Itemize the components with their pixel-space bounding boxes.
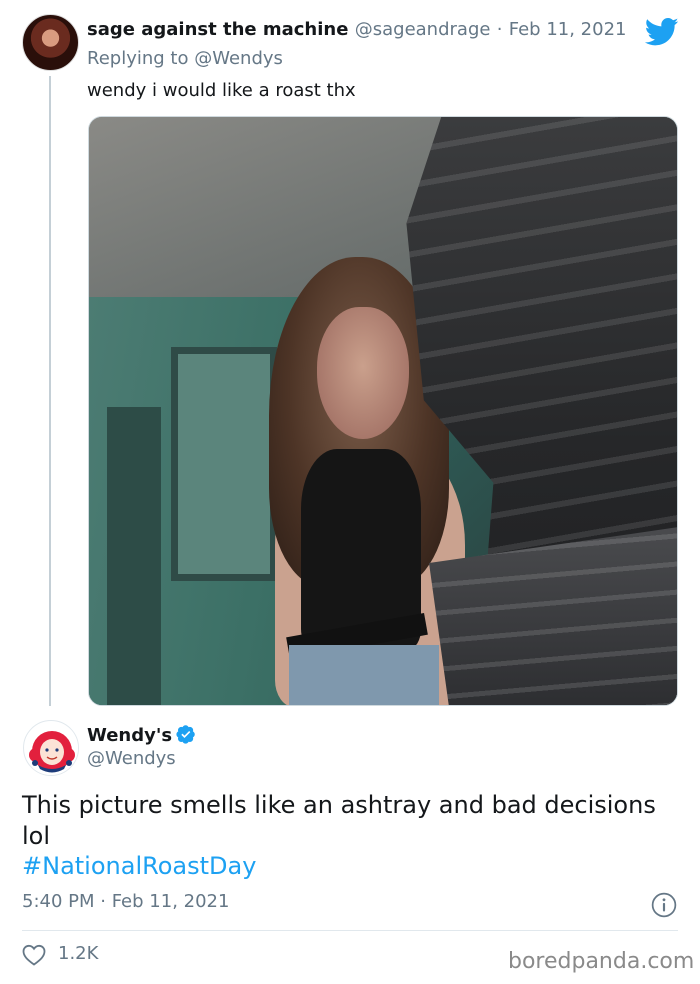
thread-line: [49, 76, 51, 706]
wendys-display-name[interactable]: Wendy's: [87, 725, 172, 746]
photo-jacket-lower: [429, 527, 677, 705]
photo-person-jeans: [289, 645, 439, 705]
replying-mention[interactable]: @Wendys: [194, 48, 283, 69]
verified-badge-icon: [176, 725, 195, 744]
display-name[interactable]: sage against the machine: [87, 19, 348, 40]
twitter-bird-icon[interactable]: [645, 17, 679, 47]
wendys-tweet-text: This picture smells like an ashtray and …: [22, 791, 656, 850]
tweet-timestamp[interactable]: 5:40 PM · Feb 11, 2021: [22, 891, 229, 912]
tweet-date[interactable]: Feb 11, 2021: [509, 19, 627, 40]
wendys-handle[interactable]: @Wendys: [87, 748, 176, 769]
replying-label: Replying to: [87, 48, 189, 69]
user-handle[interactable]: @sageandrage: [355, 19, 491, 40]
wendys-logo-icon: [25, 722, 78, 775]
wendys-header: Wendy's: [87, 724, 196, 746]
replying-to: Replying to @Wendys: [87, 48, 283, 69]
info-icon[interactable]: [651, 892, 677, 918]
user-avatar[interactable]: [22, 14, 79, 71]
hashtag-link[interactable]: #NationalRoastDay: [22, 852, 256, 880]
like-count[interactable]: 1.2K: [58, 943, 98, 964]
photo-picture-frame: [171, 347, 277, 581]
photo-person-face: [317, 307, 409, 439]
divider: [22, 930, 678, 931]
photo-door: [107, 407, 161, 705]
tweet-header: sage against the machine @sageandrage · …: [87, 19, 626, 40]
heart-icon[interactable]: [22, 944, 46, 966]
watermark: boredpanda.com: [508, 949, 695, 974]
tweet-photo[interactable]: [88, 116, 678, 706]
separator: ·: [496, 19, 503, 40]
wendys-avatar[interactable]: [23, 720, 79, 776]
tweet-text: wendy i would like a roast thx: [87, 80, 356, 101]
